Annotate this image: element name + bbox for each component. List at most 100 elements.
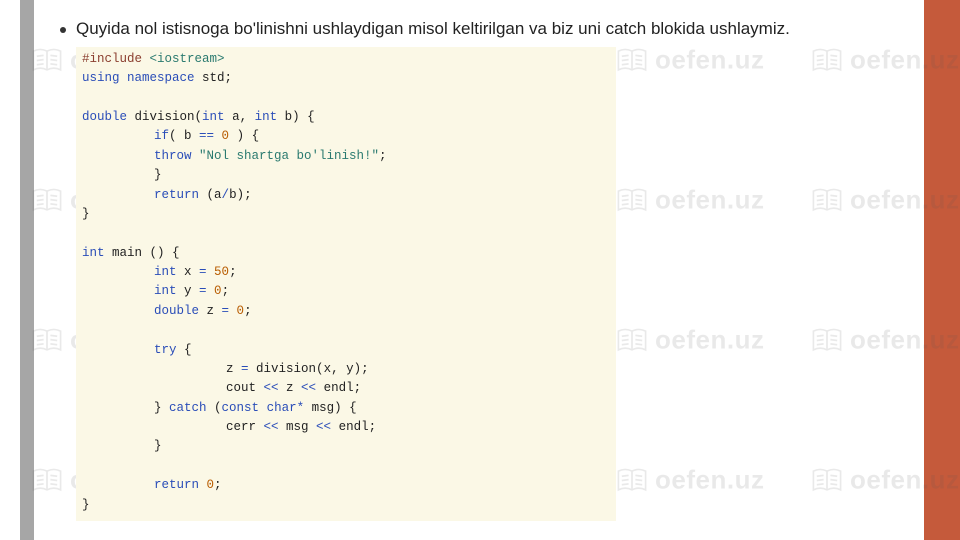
tok-kw: char [259, 401, 297, 415]
tok-pun: } [154, 168, 162, 182]
tok-kw: int [255, 110, 278, 124]
tok-pun: ; [229, 265, 237, 279]
tok-id: endl [316, 381, 354, 395]
code-line: double division(int a, int b) { [82, 108, 610, 127]
tok-id: endl [331, 420, 369, 434]
tok-pun: ( [195, 110, 203, 124]
book-icon [30, 45, 64, 75]
slide-page: // placeholder - watermarks built below … [0, 0, 960, 540]
tok-num: 0 [207, 284, 222, 298]
tok-op: << [264, 381, 279, 395]
tok-pun: , [331, 362, 346, 376]
tok-op: = [241, 362, 249, 376]
tok-id: a [214, 188, 222, 202]
tok-id: b [229, 188, 237, 202]
tok-kw: const [222, 401, 260, 415]
tok-kw: catch [169, 401, 207, 415]
heading-row: Quyida nol istisnoga bo'linishni ushlayd… [60, 18, 910, 41]
bullet-icon [60, 27, 66, 33]
tok-pun: ; [379, 149, 387, 163]
tok-id: y [346, 362, 354, 376]
tok-pun: ; [354, 381, 362, 395]
right-accent-bar [924, 0, 960, 540]
tok-pun: ); [354, 362, 369, 376]
code-line: int y = 0; [82, 282, 610, 301]
tok-pun: ) { [292, 110, 315, 124]
code-blank [82, 321, 610, 340]
code-blank [82, 224, 610, 243]
book-icon [30, 465, 64, 495]
code-blank [82, 89, 610, 108]
tok-num: 0 [214, 129, 229, 143]
tok-num: 50 [207, 265, 230, 279]
tok-pun: } [154, 401, 169, 415]
tok-pun: ( [316, 362, 324, 376]
code-line: if( b == 0 ) { [82, 127, 610, 146]
tok-kw: return [154, 478, 199, 492]
tok-num: 0 [229, 304, 244, 318]
code-line: double z = 0; [82, 302, 610, 321]
tok-pun: ( [199, 188, 214, 202]
tok-id: x [177, 265, 200, 279]
tok-kw: if [154, 129, 169, 143]
tok-pun: } [82, 498, 90, 512]
code-line: } [82, 496, 610, 515]
tok-pun: ; [225, 71, 233, 85]
code-line: cout << z << endl; [82, 379, 610, 398]
tok-pun: ( [207, 401, 222, 415]
code-line: using namespace std; [82, 69, 610, 88]
tok-op: = [222, 304, 230, 318]
code-line: cerr << msg << endl; [82, 418, 610, 437]
tok-pun: { [177, 343, 192, 357]
tok-pun: ; [244, 304, 252, 318]
tok-id: z [199, 304, 222, 318]
slide-heading: Quyida nol istisnoga bo'linishni ushlayd… [76, 18, 790, 41]
tok-op: / [222, 188, 230, 202]
code-line: #include <iostream> [82, 50, 610, 69]
code-line: return 0; [82, 476, 610, 495]
tok-op: * [297, 401, 305, 415]
tok-op: = [199, 265, 207, 279]
tok-id: division [249, 362, 317, 376]
tok-op: << [264, 420, 279, 434]
tok-pun: , [240, 110, 255, 124]
tok-pun: } [154, 439, 162, 453]
tok-id: main () { [105, 246, 180, 260]
tok-pun: ; [214, 478, 222, 492]
tok-kw: try [154, 343, 177, 357]
code-line: } [82, 205, 610, 224]
tok-id: x [324, 362, 332, 376]
tok-pun: ; [369, 420, 377, 434]
tok-kw: int [82, 246, 105, 260]
tok-id: std [195, 71, 225, 85]
tok-num: 0 [199, 478, 214, 492]
tok-id: msg [279, 420, 317, 434]
tok-pun: ; [222, 284, 230, 298]
code-blank [82, 457, 610, 476]
code-line: } catch (const char* msg) { [82, 399, 610, 418]
tok-str: "Nol shartga bo'linish!" [192, 149, 380, 163]
tok-kw: int [202, 110, 225, 124]
tok-kw: return [154, 188, 199, 202]
tok-id: division [127, 110, 195, 124]
tok-op: << [301, 381, 316, 395]
code-line: int x = 50; [82, 263, 610, 282]
tok-include-path: <iostream> [150, 52, 225, 66]
tok-id: cerr [226, 420, 264, 434]
tok-pun: ( b [169, 129, 199, 143]
code-line: int main () { [82, 244, 610, 263]
tok-kw: double [154, 304, 199, 318]
code-line: } [82, 437, 610, 456]
content-area: Quyida nol istisnoga bo'linishni ushlayd… [60, 18, 910, 521]
code-line: try { [82, 341, 610, 360]
book-icon [30, 185, 64, 215]
tok-kw: using [82, 71, 120, 85]
tok-preproc: #include [82, 52, 150, 66]
tok-id: a [225, 110, 240, 124]
code-line: } [82, 166, 610, 185]
tok-id: z [226, 362, 241, 376]
code-line: z = division(x, y); [82, 360, 610, 379]
tok-kw: int [154, 284, 177, 298]
tok-id: z [279, 381, 302, 395]
tok-op: = [199, 284, 207, 298]
